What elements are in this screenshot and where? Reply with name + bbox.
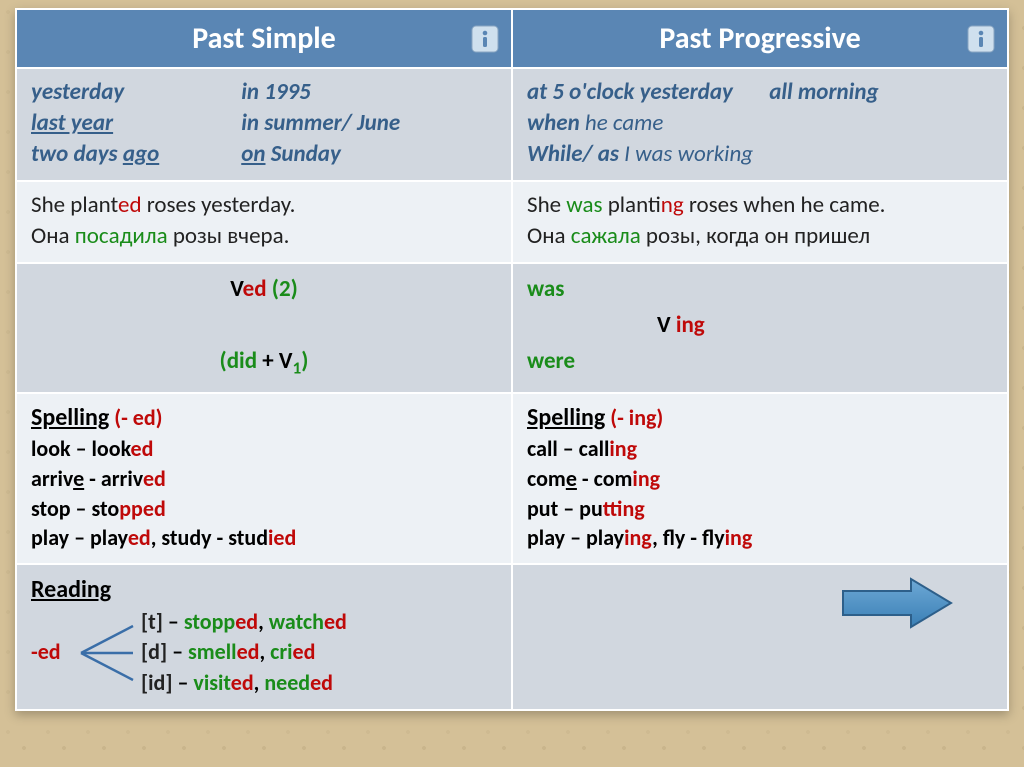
- header-past-progressive: Past Progressive: [512, 9, 1008, 68]
- spelling-right: Spelling (- ing) call – calling come - c…: [512, 393, 1008, 564]
- next-arrow-cell: [512, 564, 1008, 710]
- spelling-left: Spelling (- ed) look – looked arrive - a…: [16, 393, 512, 564]
- info-icon[interactable]: [471, 25, 499, 53]
- signal-text: on Sunday: [241, 140, 341, 168]
- formula-right: was V ing were: [512, 263, 1008, 393]
- formula-left: Ved (2) (did + V1): [16, 263, 512, 393]
- reading-ed: -ed: [31, 637, 77, 668]
- signal-text: last year: [31, 109, 113, 137]
- signal-text: yesterday: [31, 78, 124, 106]
- signal-line: at 5 o'clock yesterday all morning: [527, 77, 993, 108]
- reading-line: [d] – smelled, cried: [141, 637, 347, 668]
- signal-line: when he came: [527, 108, 993, 139]
- reading-title: Reading: [31, 573, 497, 607]
- header-past-simple: Past Simple: [16, 9, 512, 68]
- signals-right: at 5 o'clock yesterday all morning when …: [512, 68, 1008, 181]
- signals-left: yesterday last year two days ago in 1995…: [16, 68, 512, 181]
- info-icon[interactable]: [967, 25, 995, 53]
- signal-text: in summer/ June: [241, 109, 400, 137]
- reading-line: [id] – visited, needed: [141, 668, 347, 699]
- grammar-table: Past Simple Past Progressive yesterday l…: [15, 8, 1009, 711]
- header-right-text: Past Progressive: [659, 20, 860, 57]
- signal-text: in 1995: [241, 78, 311, 106]
- arrow-right-icon[interactable]: [837, 619, 957, 638]
- branch-icon: [77, 618, 137, 688]
- reading-cell: Reading -ed [t] – stopped, watched [d] –…: [16, 564, 512, 710]
- signal-text: two days ago: [31, 140, 159, 168]
- reading-line: [t] – stopped, watched: [141, 607, 347, 638]
- example-right: She was planting roses when he came. Она…: [512, 181, 1008, 263]
- signal-line: While/ as I was working: [527, 139, 993, 170]
- example-left: She planted roses yesterday. Она посадил…: [16, 181, 512, 263]
- header-left-text: Past Simple: [192, 20, 336, 57]
